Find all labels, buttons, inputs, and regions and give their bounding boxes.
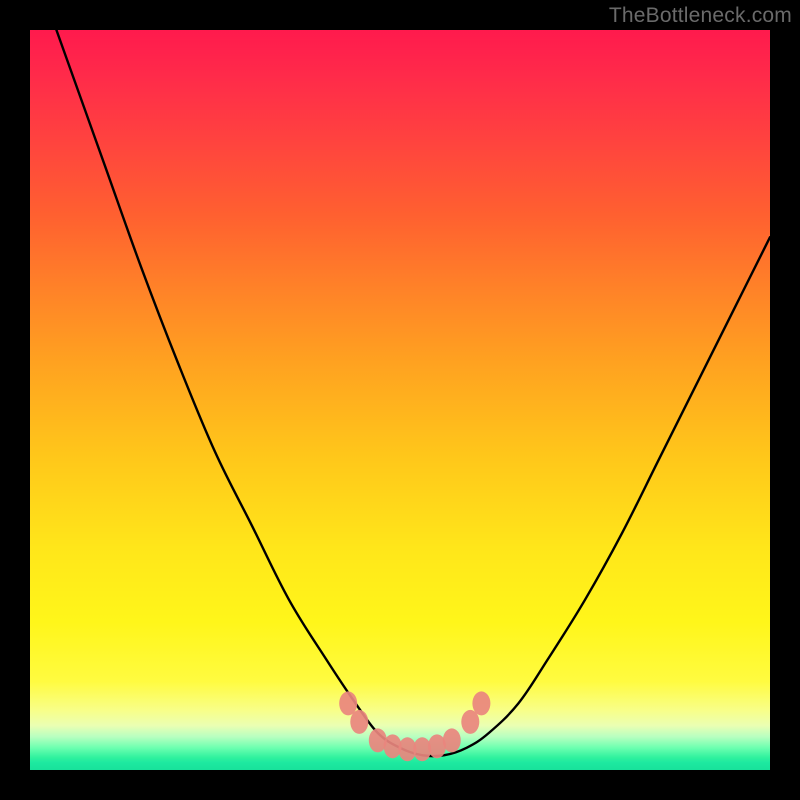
valley-marker xyxy=(369,728,387,752)
valley-marker xyxy=(461,710,479,734)
valley-marker xyxy=(384,734,402,758)
chart-frame: TheBottleneck.com xyxy=(0,0,800,800)
curve-path xyxy=(30,30,770,756)
valley-marker xyxy=(413,737,431,761)
watermark-text: TheBottleneck.com xyxy=(609,4,792,28)
valley-marker xyxy=(472,691,490,715)
valley-marker xyxy=(398,737,416,761)
valley-marker xyxy=(443,728,461,752)
bottleneck-curve xyxy=(30,30,770,770)
valley-marker xyxy=(350,710,368,734)
plot-area xyxy=(30,30,770,770)
valley-marker xyxy=(428,734,446,758)
valley-marker xyxy=(339,691,357,715)
